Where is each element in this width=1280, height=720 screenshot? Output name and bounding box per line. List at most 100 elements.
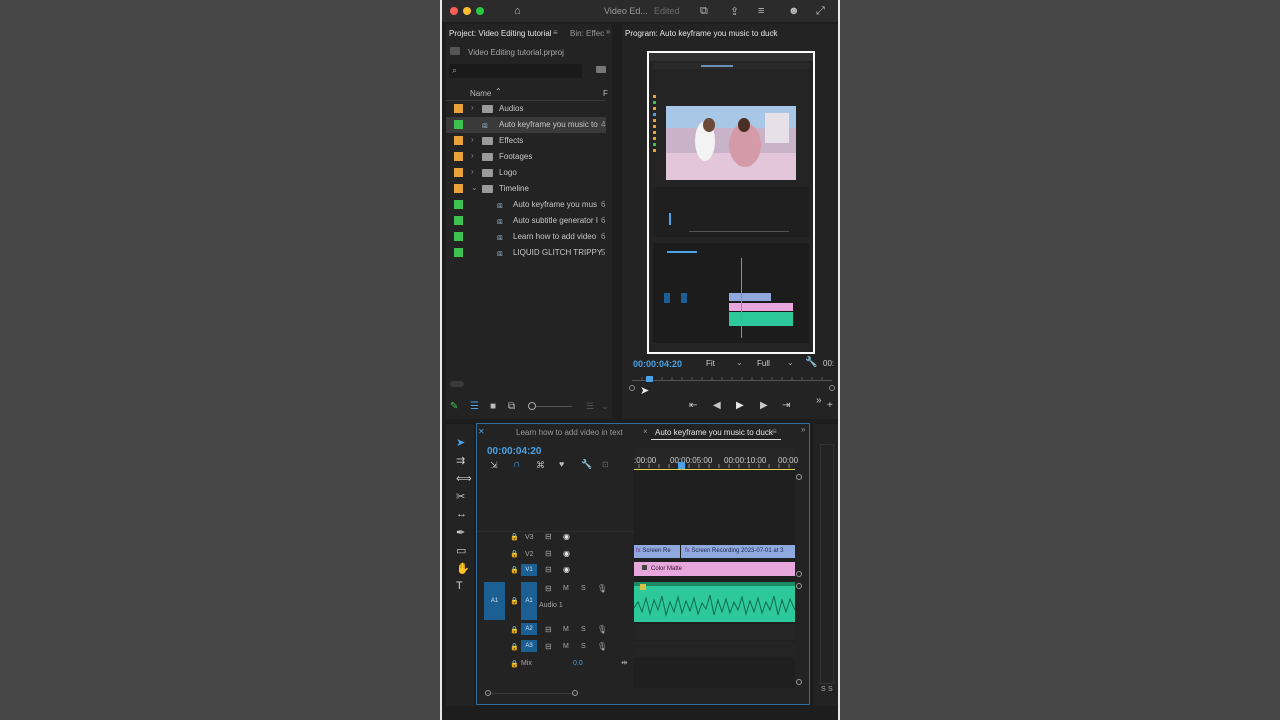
v3-eye-icon[interactable]: ◉ — [563, 532, 570, 541]
project-item[interactable]: ⌄ Timeline — [446, 181, 606, 197]
timeline-settings-wrench-icon[interactable]: 🔧 — [581, 459, 592, 470]
project-item[interactable]: › Footages — [446, 149, 606, 165]
meter-solo-left[interactable]: S — [821, 686, 826, 693]
horizontal-zoom-track[interactable] — [487, 693, 577, 694]
a2-track-lane[interactable] — [634, 624, 795, 640]
label-color-swatch[interactable] — [454, 200, 463, 209]
wrench-settings-icon[interactable]: 🔧 — [805, 357, 817, 368]
freeform-view-icon[interactable]: ⧉ — [508, 401, 515, 412]
slip-tool-icon[interactable]: ↔ — [456, 508, 467, 520]
ripple-edit-tool-icon[interactable]: ⟺ — [456, 472, 472, 485]
home-icon[interactable]: ⌂ — [514, 5, 521, 17]
go-to-in-icon[interactable]: ⇤ — [689, 400, 697, 411]
zoom-handle-right[interactable] — [572, 690, 578, 696]
v2-toggle-output-icon[interactable]: ⊟ — [545, 549, 552, 558]
selection-tool-icon[interactable]: ➤ — [456, 436, 465, 449]
a1-solo-button[interactable]: S — [581, 585, 586, 592]
a1-audio-clip[interactable] — [634, 582, 795, 622]
panel-menu-icon[interactable]: ≡ — [553, 28, 558, 37]
v1-clip-color-matte[interactable]: Color Matte — [634, 562, 795, 576]
a2-lock-icon[interactable]: 🔒 — [510, 626, 519, 634]
a1-source-patch[interactable]: A1 — [484, 582, 505, 620]
a3-voiceover-mic-icon[interactable]: 🎙 — [597, 642, 607, 651]
step-back-icon[interactable]: ◀ — [713, 400, 721, 411]
mix-lock-icon[interactable]: 🔒 — [510, 660, 519, 668]
project-item[interactable]: ⧈ Auto keyframe you mus 6 — [446, 197, 606, 213]
a1-voiceover-mic-icon[interactable]: 🎙 — [597, 584, 607, 593]
a1-lock-icon[interactable]: 🔒 — [510, 597, 519, 605]
program-timecode[interactable]: 00:00:04:20 — [633, 359, 682, 369]
column-header-f[interactable]: F — [603, 89, 608, 98]
a1-mute-button[interactable]: M — [563, 585, 569, 592]
track-select-tool-icon[interactable]: ⇉ — [456, 454, 465, 467]
rectangle-tool-icon[interactable]: ▭ — [456, 544, 466, 557]
sort-ascending-icon[interactable]: ⌃ — [495, 87, 502, 96]
v2-eye-icon[interactable]: ◉ — [563, 549, 570, 558]
a2-voiceover-mic-icon[interactable]: 🎙 — [597, 625, 607, 634]
horizontal-scrollbar[interactable] — [450, 381, 464, 387]
zoom-handle-left[interactable] — [485, 690, 491, 696]
label-color-swatch[interactable] — [454, 248, 463, 257]
zoom-window-button[interactable] — [476, 7, 484, 15]
pencil-icon[interactable]: ✎ — [450, 401, 458, 412]
label-color-swatch[interactable] — [454, 104, 463, 113]
a3-solo-button[interactable]: S — [581, 643, 586, 650]
a2-solo-button[interactable]: S — [581, 626, 586, 633]
a3-lock-icon[interactable]: 🔒 — [510, 643, 519, 651]
time-ruler[interactable]: :00:00 00:00:05:00 00:00:10:00 00:00 — [634, 448, 798, 470]
user-icon[interactable]: ☻ — [788, 5, 800, 17]
column-header-name[interactable]: Name — [470, 89, 491, 98]
v1-lock-icon[interactable]: 🔒 — [510, 566, 519, 574]
add-marker-icon[interactable]: ♥ — [559, 459, 564, 469]
label-color-swatch[interactable] — [454, 120, 463, 129]
project-item[interactable]: ⧈ Auto keyframe you music to 4 — [446, 117, 606, 133]
minimize-window-button[interactable] — [463, 7, 471, 15]
tab-project[interactable]: Project: Video Editing tutorial — [449, 29, 552, 38]
go-to-out-icon[interactable]: ⇥ — [782, 400, 790, 411]
timeline-panel-menu-icon[interactable]: ≡ — [772, 427, 777, 436]
tab-bin[interactable]: Bin: Effec — [570, 29, 604, 38]
a2-label[interactable]: A2 — [521, 623, 537, 635]
v1-label[interactable]: V1 — [521, 564, 537, 576]
meter-solo-right[interactable]: S — [828, 686, 833, 693]
chevron-down-icon[interactable]: ⌄ — [471, 183, 478, 192]
v2-label[interactable]: V2 — [525, 551, 534, 558]
label-color-swatch[interactable] — [454, 216, 463, 225]
vertical-scroll-handle-bottom[interactable] — [796, 679, 802, 685]
tab-program[interactable]: Program: Auto keyframe you music to duck — [625, 29, 778, 38]
a3-label[interactable]: A3 — [521, 640, 537, 652]
v1-toggle-output-icon[interactable]: ⊟ — [545, 565, 552, 574]
chevron-right-icon[interactable]: › — [471, 103, 474, 112]
step-forward-icon[interactable]: ▶ — [760, 400, 768, 411]
workspaces-menu-icon[interactable]: ≡ — [758, 5, 764, 17]
fullscreen-icon[interactable]: ⤢ — [816, 5, 825, 18]
list-view-icon[interactable]: ☰ — [470, 401, 479, 412]
chevron-right-icon[interactable]: › — [471, 135, 474, 144]
close-tab-icon[interactable]: × — [643, 427, 648, 436]
program-playhead[interactable] — [646, 376, 653, 382]
v3-toggle-output-icon[interactable]: ⊟ — [545, 532, 552, 541]
type-tool-icon[interactable]: T — [456, 580, 463, 592]
share-icon[interactable]: ⇪ — [730, 5, 739, 18]
project-item[interactable]: › Logo — [446, 165, 606, 181]
label-color-swatch[interactable] — [454, 232, 463, 241]
quick-export-icon[interactable]: ⧉ — [700, 5, 708, 18]
project-item[interactable]: ⧈ LIQUID GLITCH TRIPPY 5 — [446, 245, 606, 261]
v3-lock-icon[interactable]: 🔒 — [510, 533, 519, 541]
chevron-right-icon[interactable]: › — [471, 167, 474, 176]
mix-go-to-end-icon[interactable]: ⇹ — [621, 658, 628, 667]
a1-toggle-sync-icon[interactable]: ⊟ — [545, 584, 552, 593]
more-controls-icon[interactable]: » — [816, 395, 822, 406]
timeline-timecode[interactable]: 00:00:04:20 — [487, 446, 541, 457]
vertical-scroll-handle-audio[interactable] — [796, 583, 802, 589]
v3-label[interactable]: V3 — [525, 534, 534, 541]
snap-magnet-icon[interactable]: ∩ — [513, 459, 520, 470]
label-color-swatch[interactable] — [454, 152, 463, 161]
program-panel-menu-icon[interactable]: ≡ — [772, 28, 777, 37]
label-color-swatch[interactable] — [454, 136, 463, 145]
icon-view-icon[interactable]: ■ — [490, 401, 496, 412]
insert-sequence-nested-icon[interactable]: ⇲ — [490, 460, 498, 471]
a3-track-lane[interactable] — [634, 641, 795, 657]
more-tabs-icon[interactable]: » — [801, 425, 805, 434]
a1-label[interactable]: A1 — [521, 582, 537, 620]
